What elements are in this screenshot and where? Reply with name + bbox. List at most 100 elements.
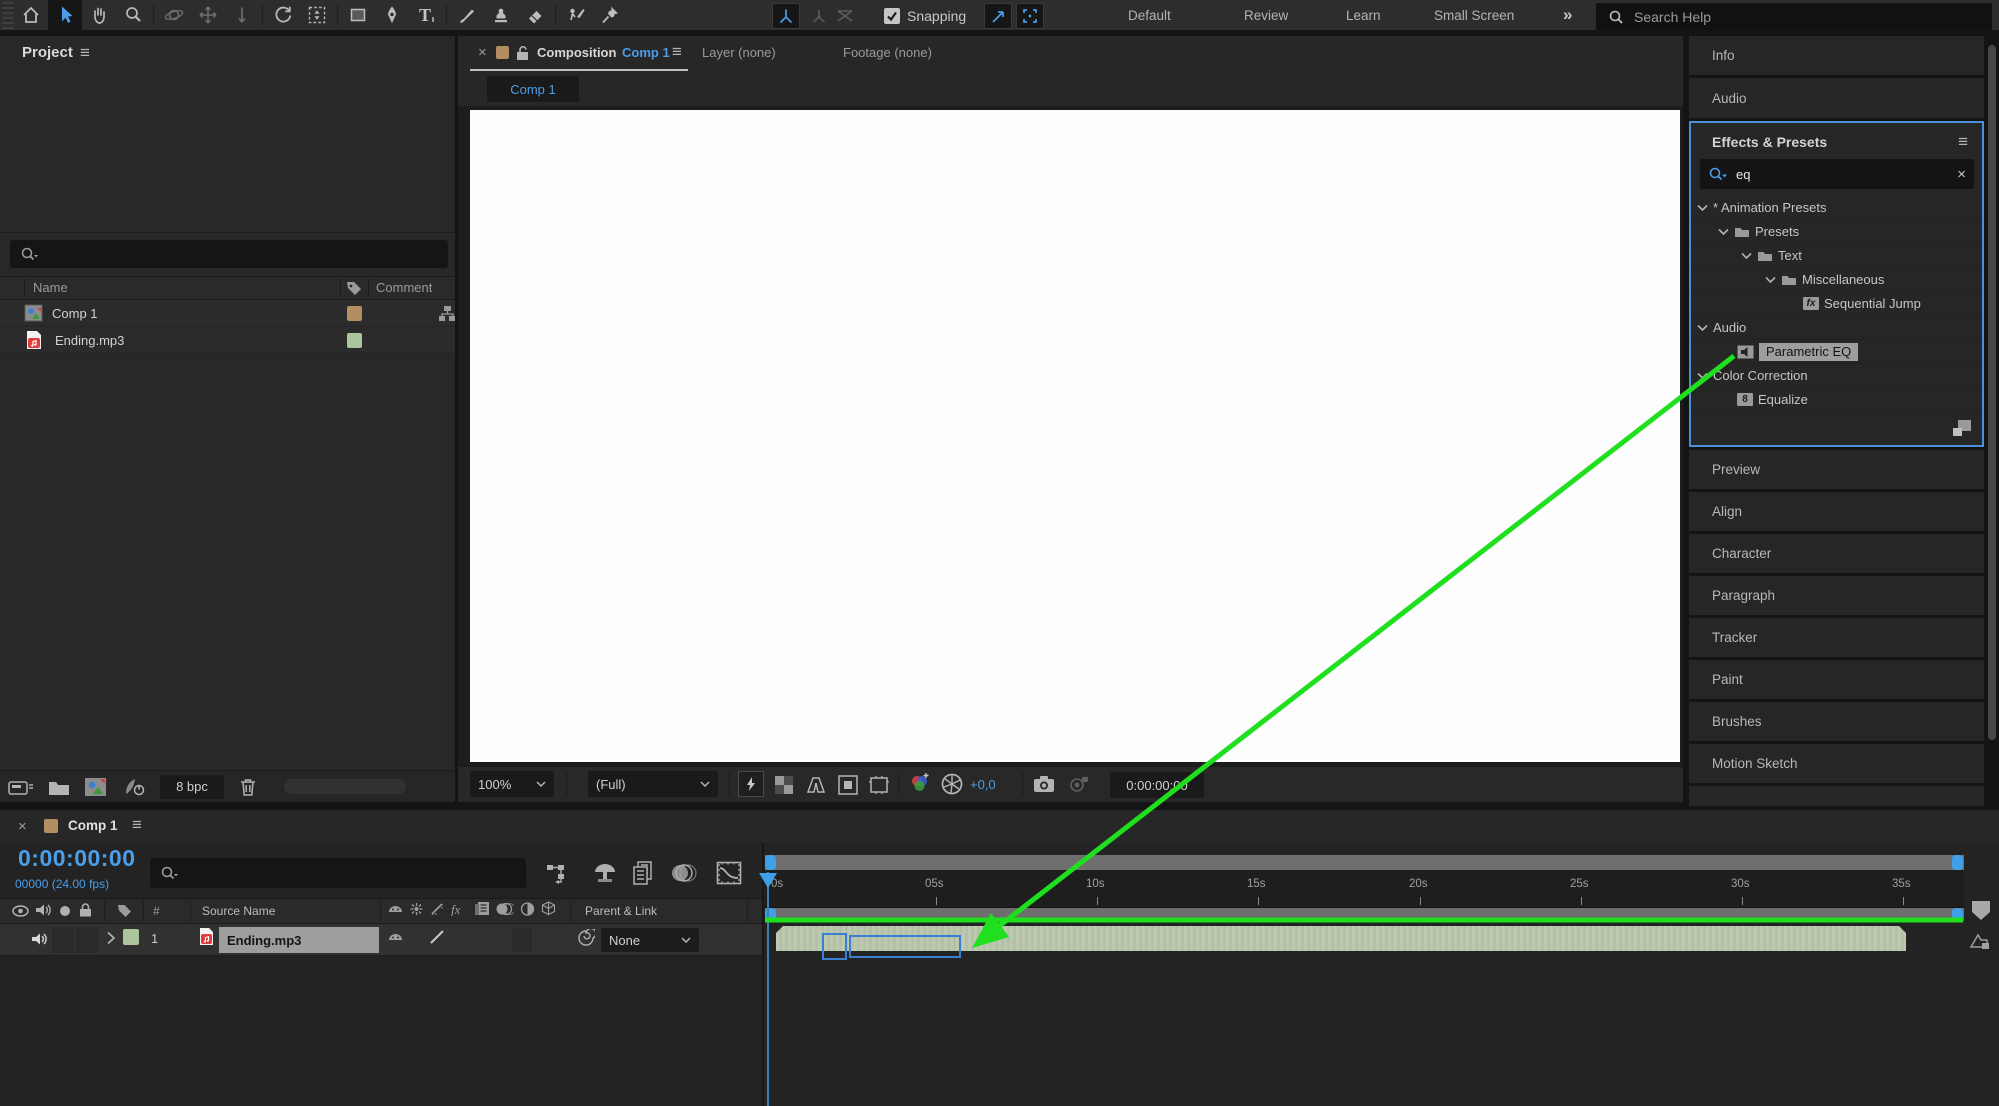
local-axis-mode-button[interactable]: [772, 3, 800, 29]
orbit-camera-tool-button[interactable]: [157, 0, 191, 30]
eraser-tool-button[interactable]: [518, 0, 552, 30]
grid-guides-icon[interactable]: [868, 774, 892, 796]
snapshot-camera-icon[interactable]: [1032, 773, 1056, 795]
transparency-grid-icon[interactable]: [773, 774, 795, 796]
effects-fx-icon[interactable]: fx: [450, 902, 468, 916]
playhead-marker[interactable]: [757, 872, 779, 890]
layer-quality-icon[interactable]: [429, 929, 445, 945]
snapping-checkbox[interactable]: [884, 8, 900, 24]
label-color-chip[interactable]: [347, 333, 362, 348]
puppet-pin-tool-button[interactable]: [593, 0, 627, 30]
timeline-tab-label[interactable]: Comp 1: [68, 818, 118, 833]
rotation-tool-button[interactable]: [266, 0, 300, 30]
world-axis-icon[interactable]: [808, 6, 830, 26]
layer-lock-cell[interactable]: [76, 927, 98, 953]
layer-viewer-tab[interactable]: Layer (none): [702, 45, 776, 60]
workspace-overflow-chevrons[interactable]: »: [1563, 5, 1572, 25]
magnification-dropdown[interactable]: 100%: [470, 771, 554, 797]
snap-pickwhip-button[interactable]: [984, 3, 1012, 29]
new-composition-icon[interactable]: [84, 777, 108, 797]
mask-visibility-icon[interactable]: [804, 774, 828, 796]
parent-pickwhip-icon[interactable]: [577, 929, 595, 947]
collapse-transformations-icon[interactable]: [409, 902, 424, 916]
viewer-tab-comp-name[interactable]: Comp 1: [622, 45, 670, 60]
motion-blur-column-icon[interactable]: [496, 902, 514, 916]
comp-marker-icon[interactable]: [1971, 900, 1991, 922]
column-header-parent-link[interactable]: Parent & Link: [585, 904, 657, 918]
resolution-dropdown[interactable]: (Full): [588, 771, 718, 797]
3d-layer-icon[interactable]: [541, 901, 556, 916]
current-time-indicator-line[interactable]: [767, 872, 769, 1106]
current-time-display[interactable]: 0:00:00:00: [18, 845, 136, 872]
paint-panel-tab[interactable]: Paint: [1689, 660, 1984, 699]
tree-item-sequential-jump[interactable]: fx Sequential Jump: [1691, 292, 1982, 316]
toolbar-grip[interactable]: [2, 1, 14, 29]
project-search-field[interactable]: [10, 240, 448, 268]
pen-tool-button[interactable]: [375, 0, 409, 30]
layer-name-selected[interactable]: Ending.mp3: [219, 927, 379, 953]
tracker-panel-tab[interactable]: Tracker: [1689, 618, 1984, 657]
motion-blur-icon[interactable]: [670, 862, 698, 884]
project-item-name[interactable]: Ending.mp3: [55, 333, 124, 348]
work-area-bar[interactable]: [765, 908, 1964, 921]
bpc-button[interactable]: 8 bpc: [160, 774, 224, 799]
unlock-icon[interactable]: [516, 45, 529, 60]
effects-search-field[interactable]: eq ×: [1700, 159, 1974, 189]
project-scroll-pill[interactable]: [284, 779, 406, 794]
time-navigator-bar[interactable]: [765, 855, 1964, 870]
column-header-number[interactable]: #: [153, 904, 160, 918]
motion-sketch-panel-tab[interactable]: Motion Sketch: [1689, 744, 1984, 783]
workspace-tab-learn[interactable]: Learn: [1340, 8, 1387, 23]
hand-tool-button[interactable]: [82, 0, 116, 30]
frame-blend-column-icon[interactable]: [474, 901, 490, 916]
parent-dropdown[interactable]: None: [601, 928, 699, 952]
exposure-value[interactable]: +0,0: [970, 777, 996, 792]
new-preset-panel-icon[interactable]: [1952, 419, 1972, 437]
show-snapshot-icon[interactable]: [1066, 773, 1090, 795]
draft-3d-icon[interactable]: [592, 862, 618, 884]
new-folder-icon[interactable]: [48, 778, 70, 796]
comp-mini-flowchart-icon[interactable]: [546, 862, 572, 884]
zoom-tool-button[interactable]: [116, 0, 150, 30]
help-search-field[interactable]: Search Help: [1596, 3, 1992, 30]
quality-icon[interactable]: [430, 902, 444, 916]
frame-blend-icon[interactable]: [632, 861, 656, 885]
tree-item-miscellaneous[interactable]: Miscellaneous: [1691, 268, 1982, 292]
rectangle-tool-button[interactable]: [341, 0, 375, 30]
column-header-comment[interactable]: Comment: [376, 280, 432, 295]
selection-tool-button[interactable]: [48, 0, 82, 30]
column-header-source-name[interactable]: Source Name: [202, 904, 275, 918]
tree-item-text[interactable]: Text: [1691, 244, 1982, 268]
lock-icon[interactable]: [79, 902, 92, 917]
label-column-tag-icon[interactable]: [346, 280, 363, 296]
fast-previews-button[interactable]: [738, 771, 764, 797]
channels-icon[interactable]: [908, 771, 932, 797]
comp-button-icon[interactable]: [1968, 932, 1992, 952]
layer-solo-cell[interactable]: [52, 927, 74, 953]
character-panel-tab[interactable]: Character: [1689, 534, 1984, 573]
type-tool-button[interactable]: T: [409, 0, 443, 30]
adjustment-layer-icon[interactable]: [520, 901, 535, 916]
info-panel-tab[interactable]: Info: [1689, 36, 1984, 75]
home-tool-button[interactable]: [14, 0, 48, 30]
tree-item-presets[interactable]: Presets: [1691, 220, 1982, 244]
camera-point-of-interest-tool-button[interactable]: [300, 0, 334, 30]
layer-expand-chevron-icon[interactable]: [106, 931, 116, 945]
shy-icon[interactable]: [388, 902, 403, 916]
label-column-tag-icon[interactable]: [117, 903, 133, 918]
region-of-interest-icon[interactable]: [837, 774, 859, 796]
audio-panel-tab[interactable]: Audio: [1689, 78, 1984, 118]
tree-item-equalize[interactable]: 8 Equalize: [1691, 388, 1982, 412]
sidebar-scrollbar[interactable]: [1988, 45, 1996, 740]
graph-editor-icon[interactable]: [716, 861, 742, 885]
comp-subtab[interactable]: Comp 1: [487, 76, 579, 102]
layer-adjustment-cell[interactable]: [512, 928, 532, 952]
exposure-icon[interactable]: [940, 772, 964, 796]
preview-panel-tab[interactable]: Preview: [1689, 450, 1984, 489]
sidebar-partial-panel[interactable]: [1689, 786, 1984, 806]
work-area-end-handle[interactable]: [1952, 908, 1963, 921]
workspace-tab-small-screen[interactable]: Small Screen: [1428, 8, 1520, 23]
snap-features-button[interactable]: [1016, 3, 1044, 29]
video-eye-icon[interactable]: [12, 904, 29, 918]
composition-canvas[interactable]: [470, 110, 1680, 762]
